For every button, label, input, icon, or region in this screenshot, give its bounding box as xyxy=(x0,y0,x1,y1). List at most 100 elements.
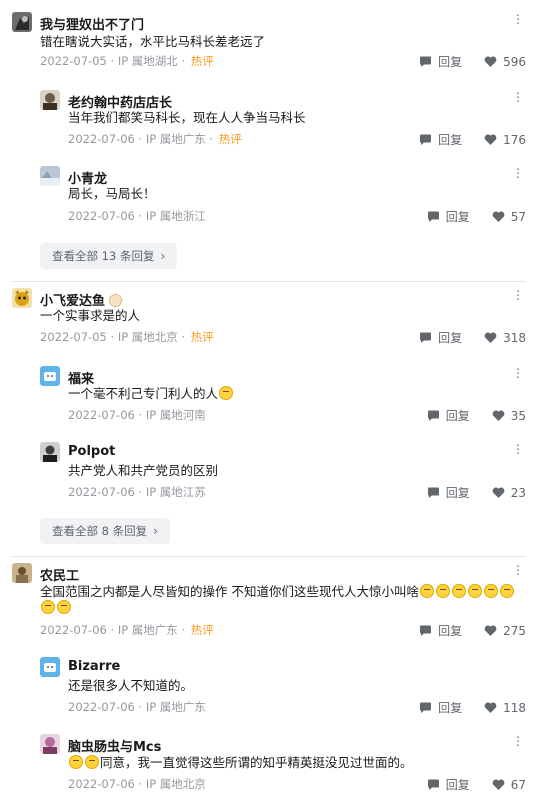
reply-text: 还是很多人不知道的。 xyxy=(68,678,194,693)
chevron-right-icon: › xyxy=(153,524,158,538)
comment-meta: 2022-07-06 · IP 属地广东 · 热评 xyxy=(40,623,214,637)
avatar[interactable] xyxy=(40,657,60,677)
like-count: 118 xyxy=(503,700,526,715)
view-all-replies-button[interactable]: 查看全部 13 条回复 › xyxy=(40,243,178,269)
like-button[interactable]: 275 xyxy=(484,624,526,638)
comment-actions: 回复 318 xyxy=(419,329,526,346)
comment-meta: 2022-07-05 · IP 属地北京 · 热评 xyxy=(40,330,214,344)
hot-badge: 热评 xyxy=(190,330,214,344)
confused-emoji-icon xyxy=(41,600,55,614)
grin-emoji-icon xyxy=(219,386,234,400)
confused-emoji-icon xyxy=(467,584,482,598)
avatar[interactable] xyxy=(40,366,60,386)
like-button[interactable]: 118 xyxy=(484,701,526,715)
hot-badge: 热评 xyxy=(190,54,214,68)
like-button[interactable]: 176 xyxy=(484,133,526,147)
heart-icon xyxy=(484,625,497,636)
avatar[interactable] xyxy=(40,90,60,110)
more-dots-icon[interactable]: ⋮ xyxy=(512,12,524,26)
reply-button[interactable]: 回复 xyxy=(419,53,462,70)
avatar[interactable] xyxy=(12,12,32,32)
avatar[interactable] xyxy=(40,442,60,462)
more-dots-icon[interactable]: ⋮ xyxy=(512,90,524,104)
like-button[interactable]: 57 xyxy=(492,210,526,224)
avatar[interactable] xyxy=(12,563,32,583)
hot-badge: 热评 xyxy=(190,623,214,637)
reply-button[interactable]: 回复 xyxy=(419,131,462,148)
more-dots-icon[interactable]: ⋮ xyxy=(512,288,524,302)
reply-button[interactable]: 回复 xyxy=(419,329,462,346)
like-button[interactable]: 35 xyxy=(492,409,526,423)
more-dots-icon[interactable]: ⋮ xyxy=(512,442,524,456)
reply-bubble-icon xyxy=(420,625,432,636)
reply-meta: 2022-07-06 · IP 属地江苏 xyxy=(68,485,206,499)
like-button[interactable]: 318 xyxy=(484,331,526,345)
confused-emoji-icon xyxy=(483,584,498,598)
comment-author[interactable]: 我与狸奴出不了门 xyxy=(40,14,144,33)
reply-bubble-icon xyxy=(420,702,432,713)
like-button[interactable]: 23 xyxy=(492,486,526,500)
reply-author[interactable]: Polpot xyxy=(68,444,115,459)
reply-bubble-icon xyxy=(420,134,432,145)
comment-text: 错在瞎说大实话，水平比马科长差老远了 xyxy=(40,34,266,49)
reply-bubble-icon xyxy=(420,56,432,67)
comment-ip: IP 属地湖北 xyxy=(117,54,178,68)
like-count: 67 xyxy=(510,777,526,792)
reply-text: 局长，马局长！ xyxy=(68,186,156,201)
confused-emoji-icon xyxy=(419,584,434,598)
heart-icon xyxy=(484,134,497,145)
reply-bubble-icon xyxy=(427,410,439,421)
reply-text: 共产党人和共产党员的区别 xyxy=(68,463,219,478)
heart-icon xyxy=(484,332,497,343)
confused-emoji-icon xyxy=(451,584,466,598)
divider xyxy=(12,556,526,557)
heart-icon xyxy=(492,211,505,222)
reply-text: 一个毫不利己专门利人的人 xyxy=(68,384,234,404)
heart-icon xyxy=(484,56,497,67)
reply-button[interactable]: 回复 xyxy=(419,622,462,639)
more-dots-icon[interactable]: ⋮ xyxy=(512,734,524,748)
reply-actions: 回复 23 xyxy=(427,484,526,501)
divider xyxy=(12,281,526,282)
more-dots-icon[interactable]: ⋮ xyxy=(512,563,524,577)
heart-icon xyxy=(484,702,497,713)
reply-meta: 2022-07-06 · IP 属地广东 xyxy=(68,700,206,714)
reply-meta: 2022-07-06 · IP 属地北京 xyxy=(68,777,206,791)
reply-bubble-icon xyxy=(420,332,432,343)
like-count: 318 xyxy=(503,330,526,345)
like-count: 57 xyxy=(510,209,526,224)
comment-text: 一个实事求是的人 xyxy=(40,308,141,323)
like-count: 176 xyxy=(503,132,526,147)
comment-date: 2022-07-05 xyxy=(40,54,107,68)
more-dots-icon[interactable]: ⋮ xyxy=(512,166,524,180)
like-count: 275 xyxy=(503,623,526,638)
reply-button[interactable]: 回复 xyxy=(427,407,470,424)
comment-text: 全国范围之内都是人尽皆知的操作 不知道你们这些现代人大惊小叫啥 xyxy=(40,582,515,602)
reply-actions: 回复 57 xyxy=(427,208,526,225)
reply-actions: 回复 176 xyxy=(419,131,526,148)
heart-icon xyxy=(492,487,505,498)
confused-emoji-icon xyxy=(435,584,450,598)
avatar[interactable] xyxy=(40,734,60,754)
reply-meta: 2022-07-06 · IP 属地浙江 xyxy=(68,209,206,223)
like-button[interactable]: 596 xyxy=(484,55,526,69)
more-dots-icon[interactable]: ⋮ xyxy=(512,366,524,380)
reply-button[interactable]: 回复 xyxy=(427,776,470,793)
reply-button[interactable]: 回复 xyxy=(427,208,470,225)
like-count: 596 xyxy=(503,54,526,69)
reply-author[interactable]: Bizarre xyxy=(68,659,120,674)
heart-icon xyxy=(492,779,505,790)
reply-button[interactable]: 回复 xyxy=(419,699,462,716)
hot-badge: 热评 xyxy=(218,132,242,146)
avatar[interactable] xyxy=(40,166,60,186)
reply-bubble-icon xyxy=(427,779,439,790)
avatar[interactable] xyxy=(12,288,32,308)
like-count: 35 xyxy=(510,408,526,423)
like-count: 23 xyxy=(510,485,526,500)
like-button[interactable]: 67 xyxy=(492,778,526,792)
reply-button[interactable]: 回复 xyxy=(427,484,470,501)
reply-meta: 2022-07-06 · IP 属地河南 xyxy=(68,408,206,422)
comment-text-line2 xyxy=(40,598,72,618)
reply-actions: 回复 118 xyxy=(419,699,526,716)
view-all-replies-button[interactable]: 查看全部 8 条回复 › xyxy=(40,518,170,544)
